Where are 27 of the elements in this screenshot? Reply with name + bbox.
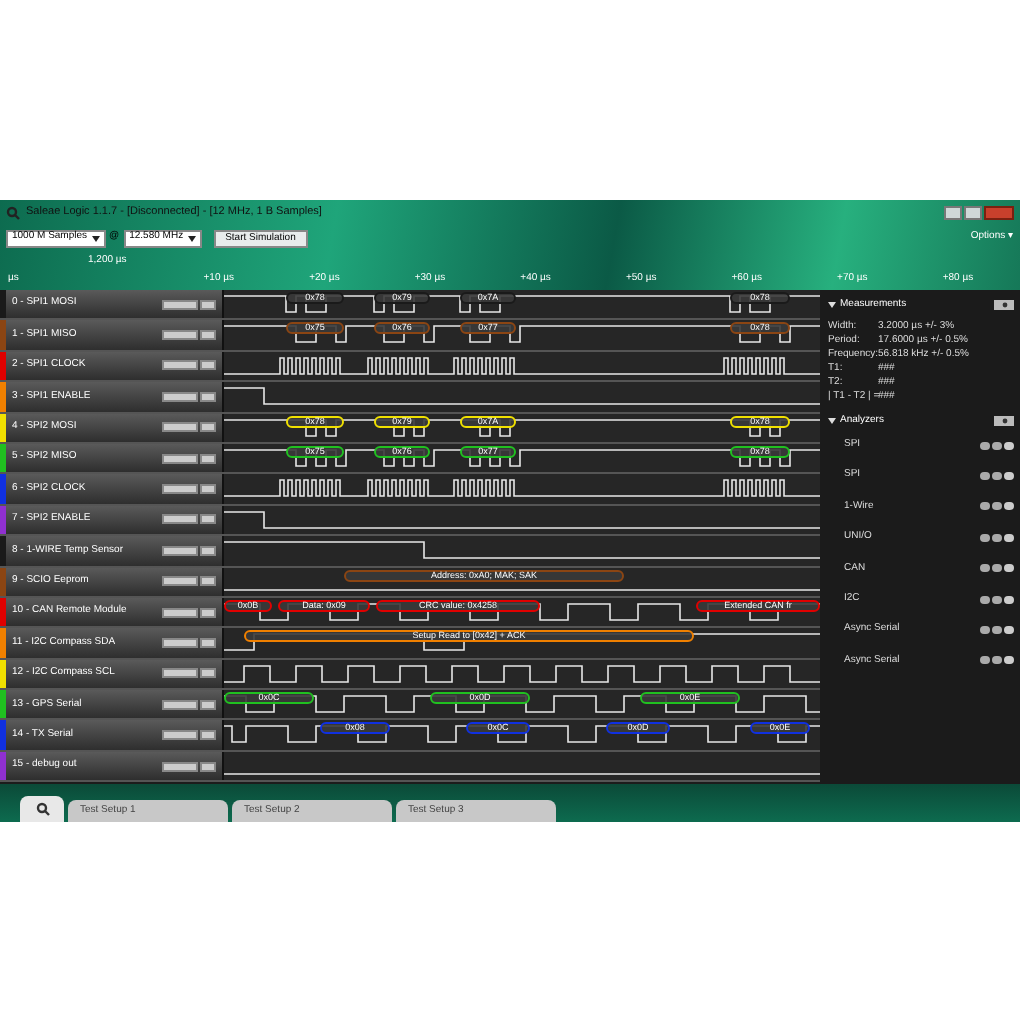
trigger-button[interactable] (162, 730, 198, 741)
dropdown-caret-icon (187, 235, 196, 241)
trigger-button[interactable] (162, 484, 198, 495)
magnifier-icon (6, 205, 20, 219)
trigger-button[interactable] (162, 453, 198, 464)
caret-icon (828, 302, 836, 308)
trigger-button[interactable] (162, 514, 198, 525)
trigger-button[interactable] (162, 576, 198, 587)
trigger-button[interactable] (162, 391, 198, 402)
trigger-button[interactable] (162, 699, 198, 710)
maximize-button[interactable] (964, 205, 982, 219)
trigger-button[interactable] (162, 299, 198, 310)
trigger-button[interactable] (162, 545, 198, 556)
search-icon (35, 802, 49, 816)
dropdown-caret-icon (91, 235, 100, 241)
trigger-button[interactable] (162, 668, 198, 679)
trigger-button[interactable] (162, 607, 198, 618)
panel-options-button[interactable] (994, 416, 1014, 426)
trigger-button[interactable] (162, 761, 198, 772)
trigger-button[interactable] (162, 360, 198, 371)
caret-icon (828, 418, 836, 424)
search-tab[interactable] (20, 796, 64, 822)
panel-options-button[interactable] (994, 300, 1014, 310)
trigger-button[interactable] (162, 330, 198, 341)
trigger-button[interactable] (162, 637, 198, 648)
trigger-button[interactable] (162, 422, 198, 433)
minimize-button[interactable] (944, 205, 962, 219)
